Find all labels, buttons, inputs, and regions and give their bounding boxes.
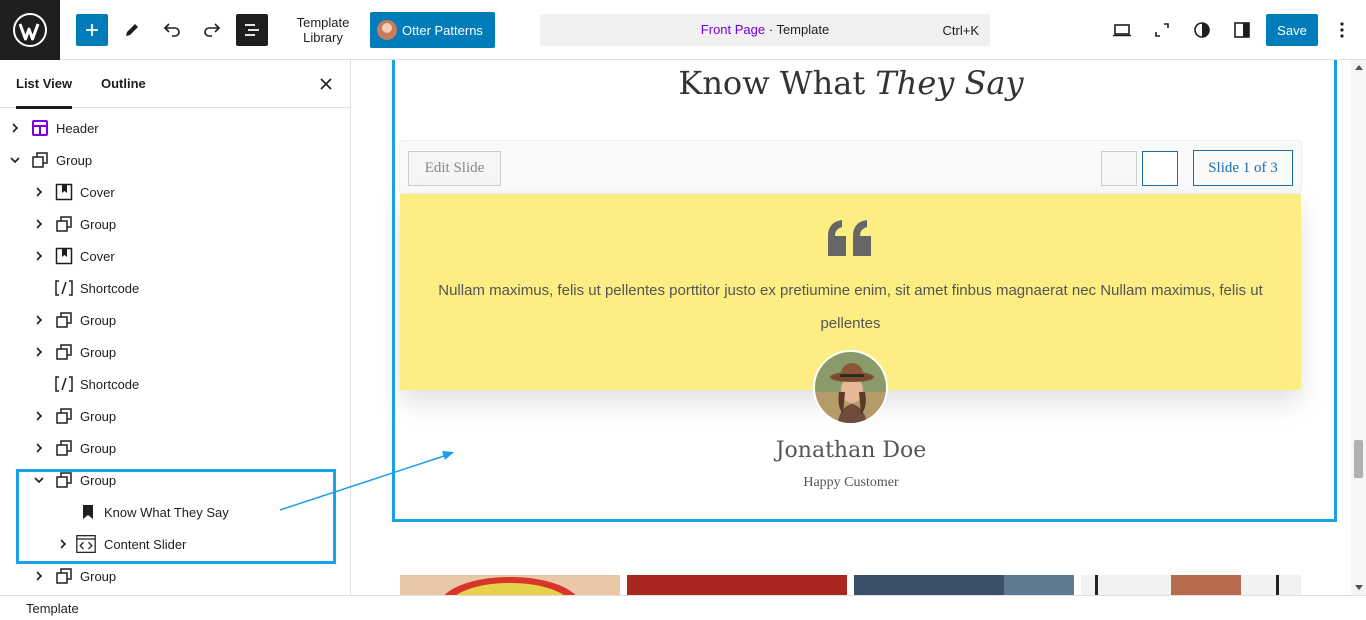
scroll-up-icon[interactable] [1355, 65, 1363, 70]
template-library-label-2: Library [303, 30, 343, 45]
site-editor: Template Library Otter Patterns Front Pa… [0, 0, 1366, 620]
template-library-label-1: Template [296, 15, 350, 30]
cover-icon [54, 182, 74, 202]
settings-sidebar-icon[interactable] [1226, 14, 1258, 46]
chevron-down-icon[interactable] [8, 153, 22, 167]
tab-outline[interactable]: Outline [101, 60, 146, 108]
list-view-row-label: Group [80, 408, 117, 424]
template-library-button[interactable]: Template Library [288, 15, 358, 45]
scrollbar-thumb[interactable] [1354, 440, 1363, 478]
list-view-row[interactable]: Group [0, 560, 350, 592]
group-icon [30, 150, 50, 170]
close-icon[interactable] [314, 72, 338, 96]
chevron-right-icon[interactable] [32, 409, 46, 423]
shortcode-icon [54, 278, 74, 298]
selected-group-highlight [16, 469, 336, 564]
tab-list-view[interactable]: List View [16, 60, 73, 109]
list-view-row[interactable]: Shortcode [0, 272, 350, 304]
list-view-row-label: Header [56, 120, 99, 136]
selected-block-outline [392, 60, 1337, 522]
chevron-right-icon[interactable] [32, 345, 46, 359]
add-block-button[interactable] [76, 14, 108, 46]
gallery-image [400, 575, 620, 595]
document-title-sep: · [765, 22, 777, 37]
list-view-row[interactable]: Group [0, 144, 350, 176]
list-view-row[interactable]: Shortcode [0, 368, 350, 400]
document-title: Front Page · Template [540, 22, 990, 37]
gallery-image [854, 575, 1074, 595]
gallery-image [1081, 575, 1301, 595]
breadcrumb-template[interactable]: Template [26, 601, 79, 616]
group-icon [54, 566, 74, 586]
list-view-row[interactable]: Group [0, 336, 350, 368]
undo-icon[interactable] [156, 14, 188, 46]
list-view-row[interactable]: Group [0, 400, 350, 432]
document-title-page: Front Page [700, 22, 766, 37]
list-view-row[interactable]: Group [0, 304, 350, 336]
command-shortcut: Ctrl+K [942, 23, 979, 38]
editor-toolbar: Template Library Otter Patterns Front Pa… [0, 0, 1366, 60]
otter-avatar-icon [377, 20, 397, 40]
chevron-right-icon[interactable] [32, 249, 46, 263]
gallery-strip [400, 575, 1301, 595]
sidebar-tabs: List View Outline [0, 60, 350, 109]
gallery-image [627, 575, 847, 595]
canvas-scrollbar[interactable] [1351, 60, 1366, 595]
otter-patterns-button[interactable]: Otter Patterns [370, 12, 495, 48]
list-view-row[interactable]: Group [0, 432, 350, 464]
device-preview-icon[interactable] [1106, 14, 1138, 46]
chevron-right-icon[interactable] [32, 569, 46, 583]
tools-pencil-icon[interactable] [116, 14, 148, 46]
block-breadcrumb-bar: Template [0, 595, 1366, 620]
document-title-type: Template [776, 22, 830, 37]
group-icon [54, 342, 74, 362]
list-view-row-label: Group [80, 568, 117, 584]
list-view-row-label: Group [80, 216, 117, 232]
redo-icon[interactable] [196, 14, 228, 46]
list-view-row[interactable]: Cover [0, 240, 350, 272]
group-icon [54, 214, 74, 234]
list-view-row-label: Cover [80, 248, 115, 264]
chevron-right-icon[interactable] [32, 441, 46, 455]
list-view-row-label: Cover [80, 184, 115, 200]
chevron-right-icon[interactable] [8, 121, 22, 135]
otter-patterns-label: Otter Patterns [402, 22, 483, 38]
chevron-right-icon[interactable] [32, 185, 46, 199]
fullscreen-icon[interactable] [1146, 14, 1178, 46]
list-view-button[interactable] [236, 14, 268, 46]
group-icon [54, 406, 74, 426]
scroll-down-icon[interactable] [1355, 585, 1363, 590]
list-view-row-label: Shortcode [80, 376, 140, 392]
save-button[interactable]: Save [1266, 14, 1318, 46]
list-view-row-label: Group [80, 312, 117, 328]
list-view-row-label: Group [80, 344, 117, 360]
list-view-row-label: Group [80, 440, 117, 456]
wordpress-logo-icon[interactable] [0, 0, 60, 60]
shortcode-icon [54, 374, 74, 394]
list-view-row-label: Group [56, 152, 93, 168]
list-view-row[interactable]: Group [0, 208, 350, 240]
list-view-row[interactable]: Header [0, 112, 350, 144]
chevron-right-icon[interactable] [32, 313, 46, 327]
chevron-right-icon[interactable] [32, 217, 46, 231]
list-view-row-label: Shortcode [80, 280, 140, 296]
command-palette-bar[interactable]: Front Page · Template Ctrl+K [540, 14, 990, 46]
more-options-icon[interactable] [1326, 14, 1358, 46]
group-icon [54, 438, 74, 458]
styles-contrast-icon[interactable] [1186, 14, 1218, 46]
cover-icon [54, 246, 74, 266]
group-icon [54, 310, 74, 330]
template-part-icon [30, 118, 50, 138]
editor-canvas: Know What They Say Edit Slide Slide 1 of… [351, 60, 1351, 595]
list-view-row[interactable]: Cover [0, 176, 350, 208]
